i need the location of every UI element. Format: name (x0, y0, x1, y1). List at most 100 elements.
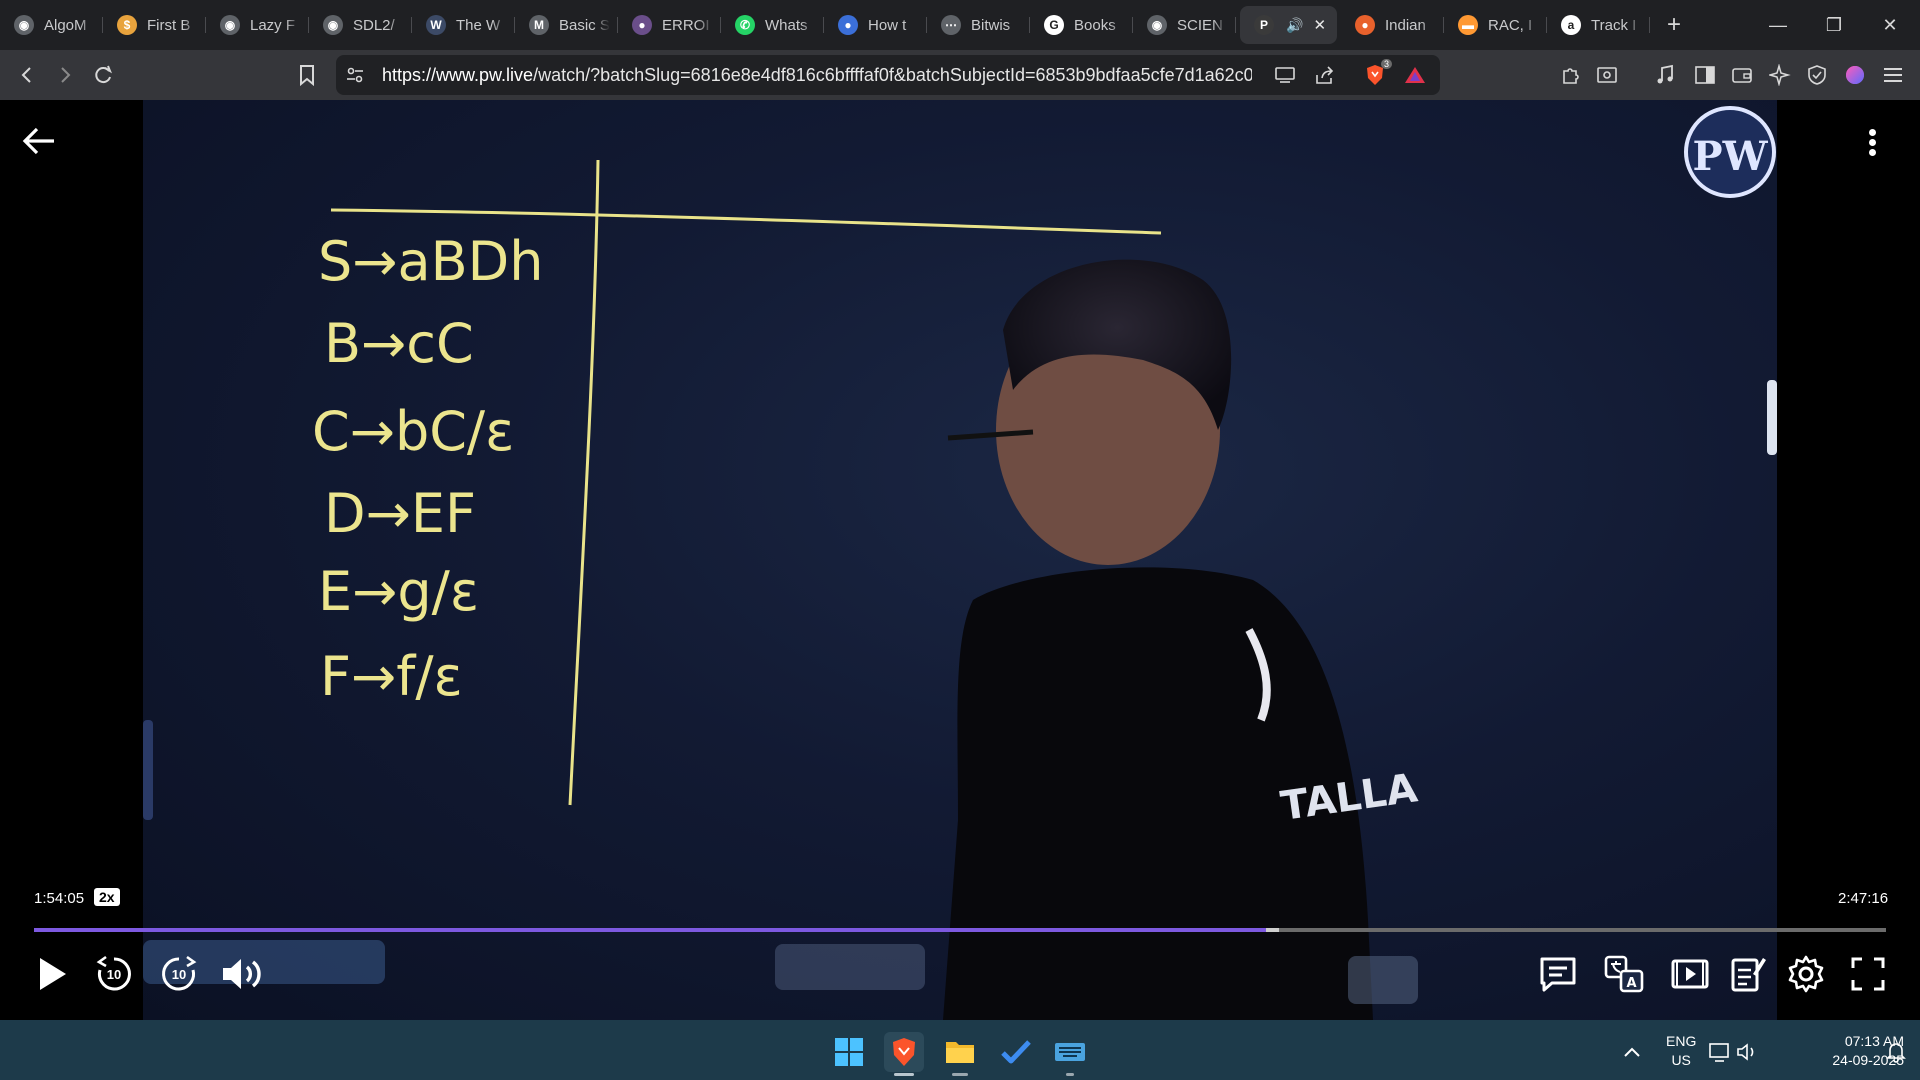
browser-tab[interactable]: ✆ Whats (721, 6, 824, 44)
sidebar-button[interactable] (1688, 58, 1722, 92)
board-line: E→g/ε (318, 560, 479, 623)
leo-ai-button[interactable] (1763, 58, 1797, 92)
video-player[interactable]: S→aBDh B→cC C→bC/ε D→EF E→g/ε F→f/ε TALL… (0, 100, 1920, 1020)
notes-button[interactable] (1724, 950, 1772, 998)
reload-button[interactable] (86, 58, 120, 92)
chat-button[interactable] (1534, 950, 1582, 998)
tab-title: AlgoM (44, 16, 87, 34)
vpn-button[interactable] (1800, 58, 1834, 92)
notifications-button[interactable] (1876, 1032, 1916, 1072)
taskbar-file-explorer[interactable] (940, 1032, 980, 1076)
language-indicator[interactable]: ENG US (1666, 1032, 1696, 1070)
playback-speed-badge[interactable]: 2x (94, 888, 120, 906)
rewards-triangle-icon (1405, 67, 1425, 83)
cast-button[interactable] (1268, 58, 1302, 92)
avatar-icon (1846, 66, 1864, 84)
brave-rewards-button[interactable] (1398, 58, 1432, 92)
url-text[interactable]: https://www.pw.live/watch/?batchSlug=681… (382, 65, 1252, 86)
brave-lion-icon (893, 1038, 915, 1066)
back-nav-button[interactable] (10, 58, 44, 92)
tab-title: How t (868, 16, 907, 34)
close-tab-icon[interactable]: ✕ (1313, 16, 1326, 34)
browser-tab[interactable]: ● Indian (1341, 6, 1444, 44)
sidebar-icon (1695, 66, 1715, 84)
tab-title: Basic S (559, 16, 610, 34)
tabs-container: ◉ AlgoM $ First B ◉ Lazy F ◉ SDL2/W The W M Basic … (0, 0, 1650, 50)
browser-tab[interactable]: ⋯ Bitwis (927, 6, 1030, 44)
food-icon: ● (1355, 15, 1375, 35)
wallet-button[interactable] (1725, 58, 1759, 92)
extensions-button[interactable] (1554, 58, 1588, 92)
back-button[interactable] (22, 124, 62, 164)
media-button[interactable] (1648, 58, 1682, 92)
rewind-button[interactable]: 10 (90, 950, 138, 998)
running-indicator (952, 1073, 968, 1076)
browser-tab[interactable]: ◉ SCIEN (1133, 6, 1236, 44)
browser-tab[interactable]: ▬ RAC, I (1444, 6, 1547, 44)
forward-button[interactable]: 10 (155, 950, 203, 998)
network-volume-tray[interactable] (1706, 1032, 1762, 1072)
forward-nav-button[interactable] (48, 58, 82, 92)
share-button[interactable] (1308, 58, 1342, 92)
play-button[interactable] (28, 950, 76, 998)
video-frame[interactable]: S→aBDh B→cC C→bC/ε D→EF E→g/ε F→f/ε TALL… (143, 100, 1777, 1020)
arrow-left-icon (22, 127, 54, 155)
more-options-button[interactable] (1862, 126, 1882, 166)
translate-icon: A (1604, 955, 1644, 993)
chevron-left-icon (21, 67, 31, 83)
pw-icon: P (1254, 15, 1274, 35)
tab-separator (1235, 17, 1236, 33)
tab-active[interactable]: P 🔊 ✕ (1240, 6, 1337, 44)
browser-tab[interactable]: ◉ Lazy F (206, 6, 309, 44)
puzzle-icon (1563, 68, 1579, 84)
dot-icon (1868, 129, 1876, 136)
instructor: TALLA (943, 259, 1420, 1020)
browser-tab[interactable]: ◉ AlgoM (0, 6, 103, 44)
browser-tab[interactable]: a Track I (1547, 6, 1650, 44)
new-tab-button[interactable]: + (1654, 6, 1694, 44)
picture-in-picture-button[interactable] (1666, 950, 1714, 998)
taskbar-todo[interactable] (996, 1032, 1036, 1072)
edge-handle (1767, 380, 1777, 455)
browser-tab[interactable]: $ First B (103, 6, 206, 44)
show-hidden-icons-button[interactable] (1612, 1032, 1652, 1072)
music-note-icon (1657, 64, 1673, 84)
browser-tab[interactable]: M Basic S (515, 6, 618, 44)
taskbar-brave[interactable] (884, 1032, 924, 1076)
taskbar-keyboard-app[interactable] (1050, 1032, 1090, 1076)
site-info-button[interactable] (338, 58, 372, 92)
browser-tab[interactable]: G Books (1030, 6, 1133, 44)
start-button[interactable] (829, 1032, 869, 1072)
fullscreen-button[interactable] (1844, 950, 1892, 998)
forward-seconds: 10 (171, 967, 187, 982)
browser-tab[interactable]: ◉ SDL2/ (309, 6, 412, 44)
recorded-toolbar (775, 944, 925, 990)
volume-button[interactable] (218, 950, 266, 998)
google-icon: G (1044, 15, 1064, 35)
profile-button[interactable] (1838, 58, 1872, 92)
settings-button[interactable] (1782, 950, 1830, 998)
board-line: S→aBDh (318, 230, 543, 293)
browser-tab[interactable]: ● How t (824, 6, 927, 44)
tab-title: Whats (765, 16, 808, 34)
tab-title: SCIEN (1177, 16, 1223, 34)
browser-tab[interactable]: ● ERROI (618, 6, 721, 44)
minimize-button[interactable]: — (1750, 0, 1806, 50)
seek-bar[interactable] (34, 928, 1886, 932)
translate-button[interactable]: A (1600, 950, 1648, 998)
close-window-button[interactable]: ✕ (1862, 0, 1918, 50)
menu-button[interactable] (1876, 58, 1910, 92)
video-content: S→aBDh B→cC C→bC/ε D→EF E→g/ε F→f/ε TALL… (143, 106, 1777, 1020)
board-line: C→bC/ε (312, 400, 514, 463)
reload-icon (95, 65, 113, 84)
sparkle-icon (1769, 64, 1791, 86)
bookmark-button[interactable] (290, 58, 324, 92)
play-icon (40, 958, 66, 990)
reader-mode-button[interactable] (1590, 58, 1624, 92)
browser-tab[interactable]: W The W (412, 6, 515, 44)
running-indicator (1066, 1073, 1074, 1076)
audio-playing-icon[interactable]: 🔊 (1286, 17, 1303, 34)
brave-shields-button[interactable]: 3 (1358, 58, 1392, 92)
dot-icon (1868, 149, 1876, 156)
restore-button[interactable]: ❐ (1806, 0, 1862, 50)
